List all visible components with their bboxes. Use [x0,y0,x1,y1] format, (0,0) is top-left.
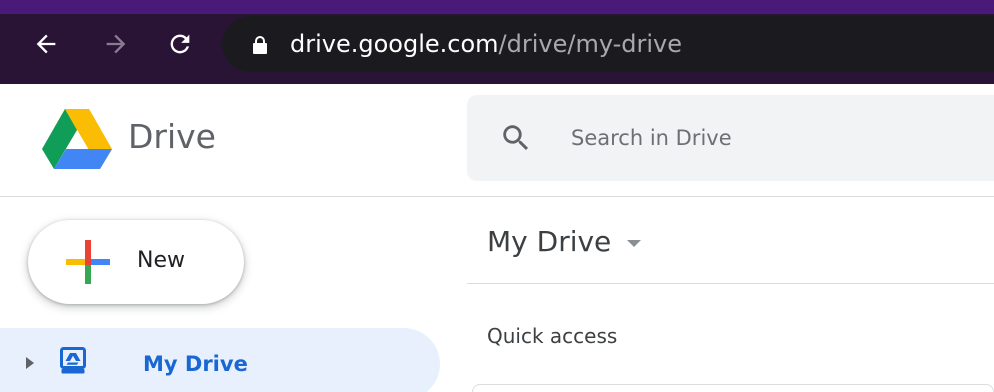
app-brand: Drive [128,117,216,156]
forward-arrow-icon [106,34,126,54]
back-arrow-icon [36,34,56,54]
new-button[interactable]: New [28,220,244,304]
quick-access-heading: Quick access [487,324,618,348]
caret-down-icon [627,240,642,247]
my-drive-icon [60,347,86,374]
forward-button[interactable] [96,24,136,64]
address-text[interactable]: drive.google.com/drive/my-drive [290,30,682,58]
browser-toolbar: drive.google.com/drive/my-drive [0,0,994,84]
expand-caret-icon[interactable] [25,356,35,370]
header-divider [0,196,994,197]
lock-icon [253,36,267,54]
reload-icon [170,34,190,54]
plus-icon [66,240,110,284]
new-button-label: New [137,248,185,273]
title-divider [467,283,994,284]
url-path: /drive/my-drive [498,30,682,58]
drive-logo-icon[interactable] [42,109,112,169]
quick-access-card[interactable] [472,384,994,392]
search-icon[interactable] [499,121,533,155]
my-drive-dropdown[interactable]: My Drive [487,222,642,262]
search-input[interactable] [571,119,971,157]
reload-button[interactable] [160,24,200,64]
tab-strip-edge [0,0,994,14]
back-button[interactable] [26,24,66,64]
url-domain: drive.google.com [290,30,499,58]
sidebar-item-label: My Drive [143,352,248,376]
search-bar[interactable] [467,95,994,181]
page-title: My Drive [487,225,612,258]
sidebar-item-my-drive[interactable]: My Drive [0,328,440,392]
